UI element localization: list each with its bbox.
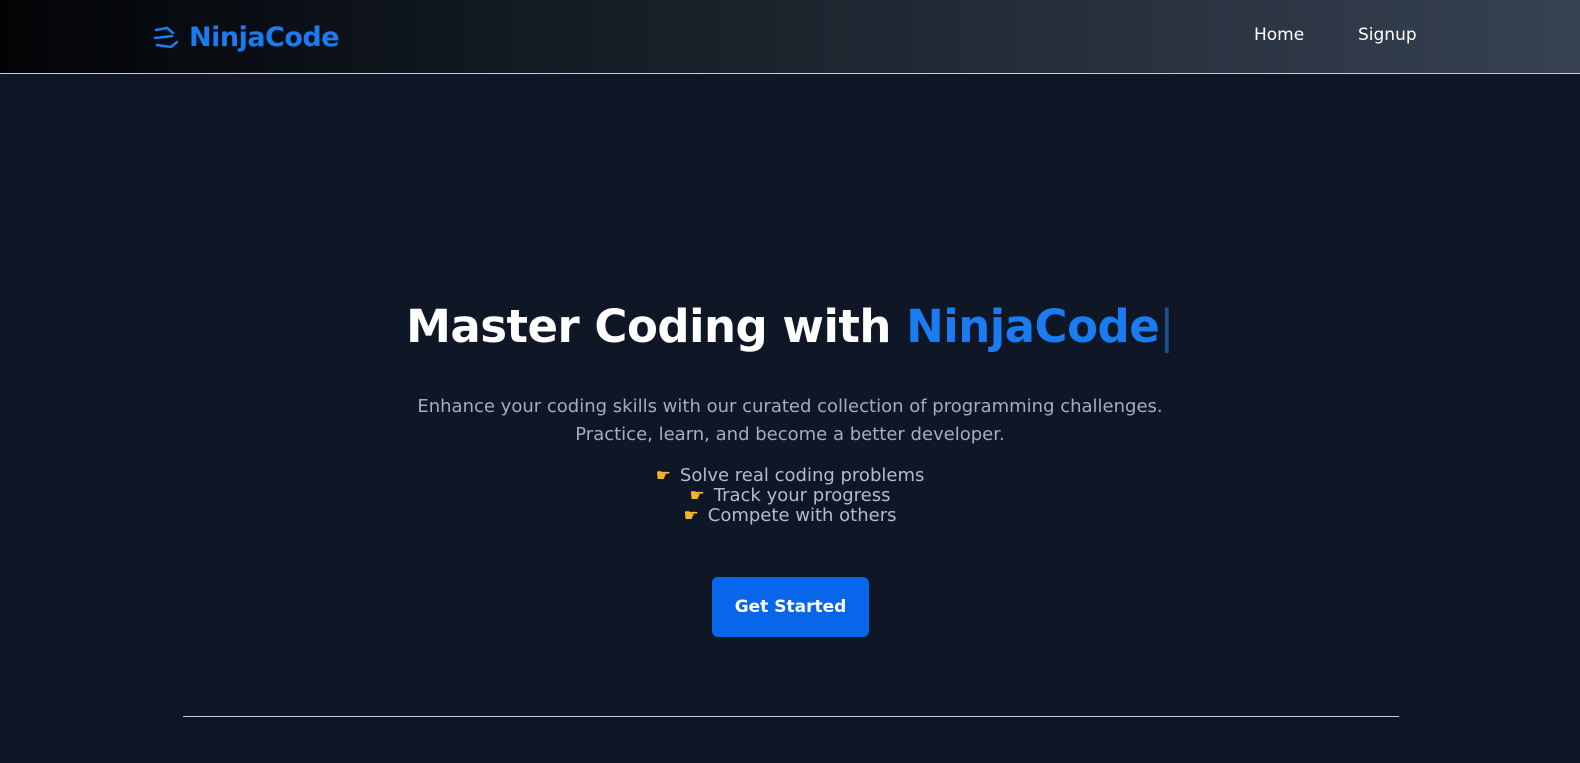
- section-divider: [183, 716, 1399, 717]
- feature-list: ☛ Solve real coding problems ☛ Track your …: [0, 465, 1580, 527]
- code-logo-icon: [153, 26, 179, 49]
- hero-title: Master Coding with NinjaCode|: [0, 300, 1580, 353]
- feature-label: Track your progress: [713, 485, 891, 506]
- hero-title-accent: NinjaCode: [906, 300, 1160, 353]
- nav-signup-link[interactable]: Signup: [1358, 25, 1417, 45]
- feature-label: Solve real coding problems: [679, 465, 925, 486]
- feature-item: ☛ Track your progress: [0, 485, 1580, 507]
- brand-logo-link[interactable]: NinjaCode: [153, 18, 340, 56]
- hero-description-line-2: Practice, learn, and become a better dev…: [575, 424, 1005, 445]
- pointing-hand-icon: ☛: [683, 506, 699, 526]
- hero-title-prefix: Master Coding with: [406, 300, 907, 353]
- pointing-hand-icon: ☛: [689, 486, 705, 506]
- typing-cursor: |: [1159, 300, 1174, 353]
- pointing-hand-icon: ☛: [655, 466, 671, 486]
- feature-item: ☛ Solve real coding problems: [0, 465, 1580, 487]
- get-started-button[interactable]: Get Started: [712, 577, 869, 637]
- feature-label: Compete with others: [707, 505, 897, 526]
- brand-name: NinjaCode: [189, 21, 340, 53]
- nav-home-link[interactable]: Home: [1254, 25, 1304, 45]
- hero-description: Enhance your coding skills with our cura…: [0, 393, 1580, 449]
- hero-description-line-1: Enhance your coding skills with our cura…: [417, 396, 1163, 417]
- top-navbar: NinjaCode Home Signup: [0, 0, 1580, 74]
- feature-item: ☛ Compete with others: [0, 505, 1580, 527]
